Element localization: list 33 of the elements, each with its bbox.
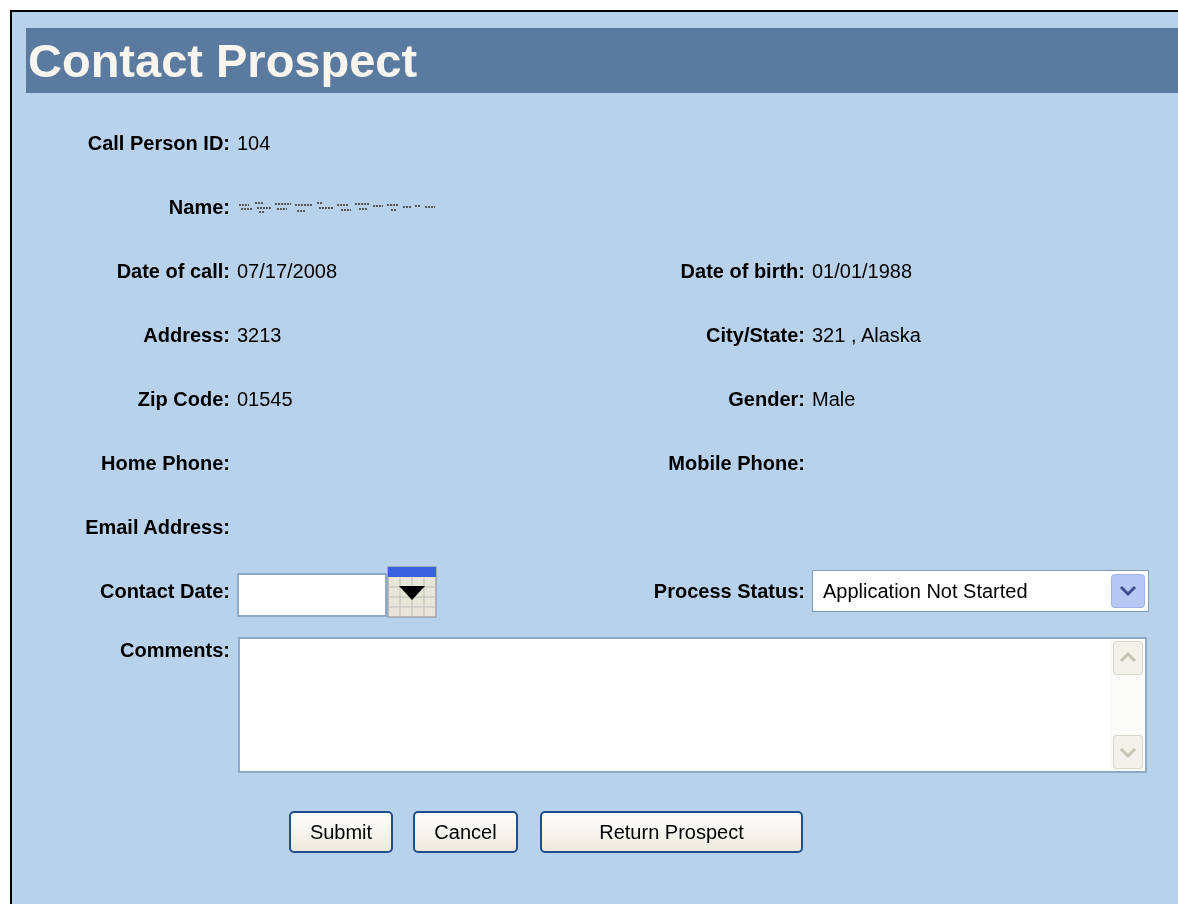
field-value: Male — [812, 387, 857, 411]
scroll-down-icon[interactable] — [1113, 735, 1143, 769]
page-header: Contact Prospect — [26, 28, 1178, 93]
field-label: Comments: — [119, 638, 230, 663]
field-value: 01545 — [237, 387, 294, 411]
field-value: 104 — [237, 131, 272, 155]
field-label: Email Address: — [84, 515, 230, 539]
calendar-icon[interactable] — [387, 565, 437, 618]
chevron-down-icon — [1111, 574, 1145, 608]
field-label: Mobile Phone: — [667, 451, 805, 475]
field-label: Zip Code: — [136, 387, 230, 411]
field-label: Date of call: — [115, 259, 230, 283]
field-value: 3213 — [237, 323, 283, 347]
submit-button[interactable]: Submit — [289, 811, 393, 853]
field-label: City/State: — [705, 323, 805, 347]
contact-date-field[interactable] — [237, 572, 387, 617]
field-label: Date of birth: — [679, 259, 805, 283]
field-label: Home Phone: — [100, 451, 230, 475]
process-status-dropdown[interactable]: Application Not Started — [812, 570, 1149, 612]
cancel-button[interactable]: Cancel — [413, 811, 518, 853]
return-prospect-button[interactable]: Return Prospect — [540, 811, 803, 853]
scroll-up-icon[interactable] — [1113, 641, 1143, 675]
field-value: 07/17/2008 — [237, 259, 339, 283]
comments-field[interactable] — [238, 637, 1147, 773]
scrollbar[interactable] — [1111, 639, 1145, 771]
field-label: Contact Date: — [99, 579, 230, 603]
field-label: Gender: — [727, 387, 805, 411]
field-label: Name: — [167, 195, 230, 219]
field-label: Call Person ID: — [86, 131, 230, 155]
field-value: 321 , Alaska — [812, 323, 922, 347]
field-value: 01/01/1988 — [812, 259, 914, 283]
field-label: Address: — [142, 323, 230, 347]
field-label: Process Status: — [652, 579, 805, 603]
